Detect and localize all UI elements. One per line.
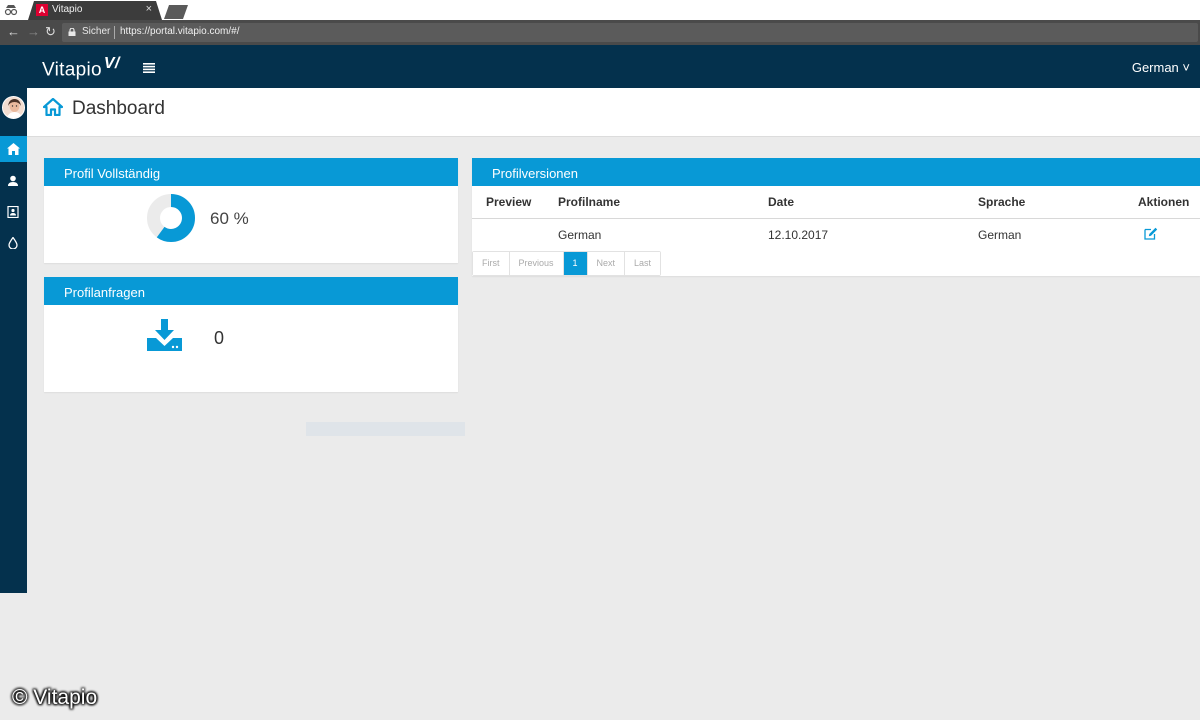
pagination: First Previous 1 Next Last bbox=[472, 251, 662, 276]
home-icon bbox=[43, 98, 63, 116]
address-bar[interactable]: Sicher https://portal.vitapio.com/#/ bbox=[62, 23, 1198, 42]
browser-tab[interactable]: A Vitapio × bbox=[28, 1, 162, 20]
incognito-icon bbox=[4, 5, 18, 16]
panel-heading: Profilversionen bbox=[472, 158, 1200, 186]
home-icon bbox=[7, 143, 20, 155]
versions-table: Preview Profilname Date Sprache Aktionen… bbox=[472, 186, 1200, 251]
brand-logo[interactable]: Vitapio V/ bbox=[42, 55, 120, 81]
column-header-name: Profilname bbox=[558, 186, 768, 219]
completion-donut-chart bbox=[147, 194, 195, 242]
brand-name: Vitapio bbox=[42, 59, 102, 81]
cell-preview bbox=[472, 218, 558, 251]
column-header-actions: Aktionen bbox=[1138, 186, 1200, 219]
page-title: Dashboard bbox=[72, 98, 165, 119]
profile-versions-panel: Profilversionen Preview Profilname Date … bbox=[472, 158, 1200, 276]
language-dropdown[interactable]: German ˅ bbox=[1132, 60, 1190, 75]
app-header: Vitapio V/ German ˅ bbox=[0, 45, 1200, 88]
table-header-row: Preview Profilname Date Sprache Aktionen bbox=[472, 186, 1200, 219]
panel-heading: Profilanfragen bbox=[44, 277, 458, 305]
completion-percent: 60 % bbox=[210, 209, 249, 228]
angular-favicon-icon: A bbox=[36, 4, 48, 16]
column-header-preview: Preview bbox=[472, 186, 558, 219]
new-tab-button[interactable] bbox=[164, 5, 188, 19]
copyright-watermark: © Vitapio bbox=[12, 686, 98, 709]
lock-icon bbox=[68, 28, 76, 36]
cell-date: 12.10.2017 bbox=[768, 227, 829, 242]
profile-requests-panel: Profilanfragen 0 bbox=[44, 277, 458, 392]
browser-tab-strip: A Vitapio × bbox=[0, 0, 1200, 20]
address-book-icon bbox=[7, 206, 19, 218]
user-icon bbox=[8, 175, 18, 186]
cell-language: German bbox=[978, 227, 1022, 242]
column-header-language: Sprache bbox=[978, 186, 1138, 219]
cell-profile-name: German bbox=[558, 227, 602, 242]
table-row[interactable]: German 12.10.2017 German bbox=[472, 218, 1200, 251]
hamburger-menu-icon[interactable] bbox=[143, 63, 155, 73]
panel-heading: Profil Vollständig bbox=[44, 158, 458, 186]
brand-mark: V/ bbox=[103, 55, 120, 72]
avatar[interactable] bbox=[2, 96, 25, 119]
pagination-next[interactable]: Next bbox=[587, 252, 626, 275]
pagination-previous[interactable]: Previous bbox=[509, 252, 564, 275]
tab-close-icon[interactable]: × bbox=[146, 3, 152, 15]
pagination-page-1[interactable]: 1 bbox=[563, 252, 588, 275]
faded-button[interactable] bbox=[306, 422, 465, 436]
forward-arrow-icon[interactable]: → bbox=[27, 24, 40, 40]
pagination-last[interactable]: Last bbox=[625, 252, 661, 275]
pagination-first[interactable]: First bbox=[473, 252, 510, 275]
drop-icon bbox=[8, 237, 18, 249]
user-avatar-icon bbox=[3, 97, 24, 118]
sidebar-item-home[interactable] bbox=[0, 136, 27, 162]
url-text[interactable]: https://portal.vitapio.com/#/ bbox=[120, 26, 240, 37]
reload-icon[interactable]: ↻ bbox=[45, 24, 56, 40]
back-arrow-icon[interactable]: ← bbox=[7, 24, 20, 40]
sidebar bbox=[0, 88, 27, 593]
edit-icon[interactable] bbox=[1144, 227, 1158, 240]
sidebar-item-profile[interactable] bbox=[0, 168, 27, 194]
url-separator bbox=[114, 26, 115, 39]
tab-title: Vitapio bbox=[52, 4, 83, 15]
request-count: 0 bbox=[214, 328, 225, 348]
column-header-date: Date bbox=[768, 186, 978, 219]
browser-toolbar: ← → ↻ Sicher https://portal.vitapio.com/… bbox=[0, 20, 1200, 45]
page-header: Dashboard bbox=[27, 88, 1200, 137]
profile-complete-panel: Profil Vollständig 60 % bbox=[44, 158, 458, 263]
sidebar-item-contacts[interactable] bbox=[0, 199, 27, 225]
sidebar-item-drop[interactable] bbox=[0, 230, 27, 256]
secure-label: Sicher bbox=[82, 26, 111, 37]
download-icon[interactable] bbox=[147, 319, 182, 351]
cell-actions bbox=[1138, 218, 1200, 251]
